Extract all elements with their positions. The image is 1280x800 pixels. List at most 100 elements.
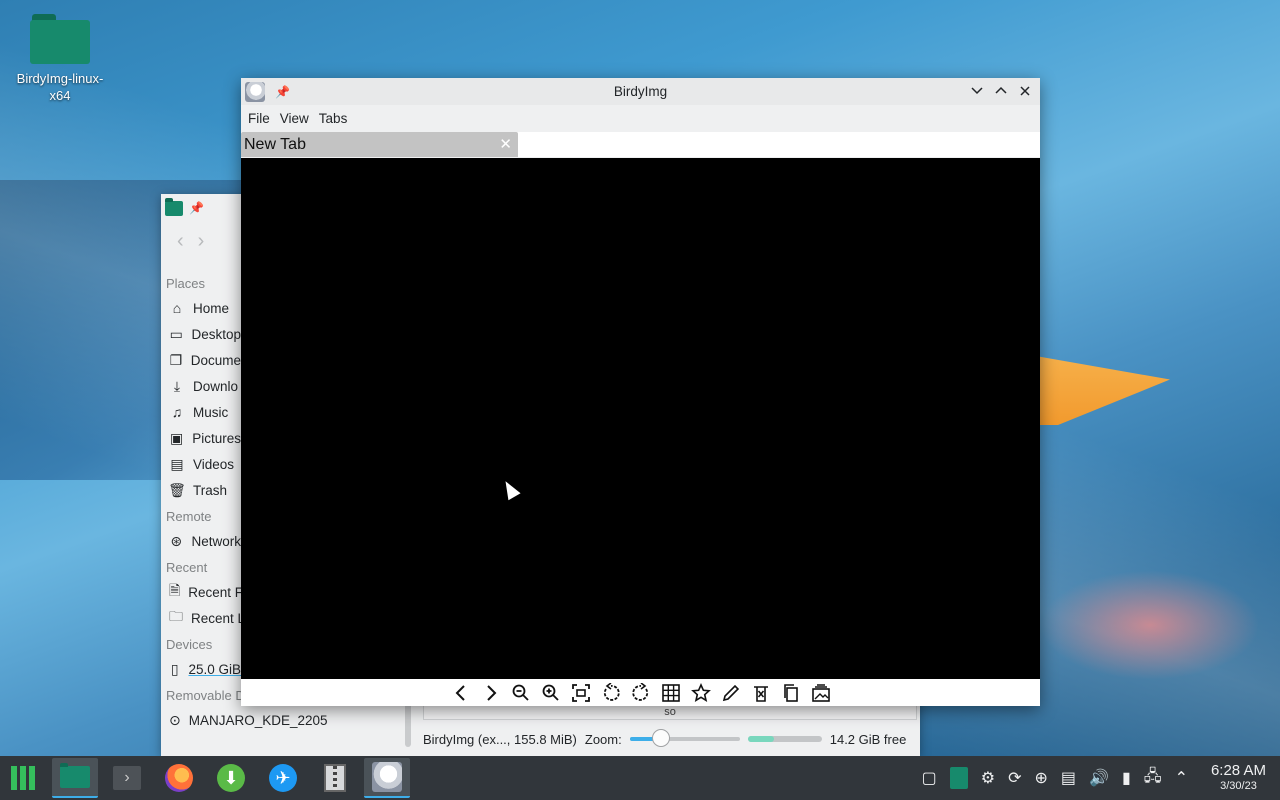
pin-icon[interactable]: 📌 [189,201,204,215]
star-icon[interactable] [688,681,714,705]
sidebar-item-pictures[interactable]: ▣ Pictures [161,425,241,451]
next-icon[interactable] [478,681,504,705]
app-icon[interactable] [245,81,265,102]
image-viewer-canvas[interactable] [241,158,1040,679]
folder-icon [165,197,183,216]
removable-device-icon[interactable]: ▮ [1122,768,1131,788]
previous-icon[interactable] [448,681,474,705]
documents-icon: ❐ [169,351,183,368]
firefox-icon [165,764,193,792]
archive-icon [324,764,346,792]
zoom-slider[interactable] [629,729,740,747]
section-places: Places [166,276,206,291]
desktop-folder-birdyimg[interactable]: BirdyImg-linux-x64 [8,8,112,104]
zoom-slider-handle[interactable] [651,729,670,747]
sidebar-item-music[interactable]: ♫ Music [161,399,241,425]
application-launcher[interactable] [0,758,46,798]
sidebar-item-usb[interactable]: ⊙ MANJARO_KDE_2205 [161,707,328,733]
network-status-icon[interactable]: 🖧 [1144,765,1162,792]
recent-files-icon: 🗎 [169,582,181,598]
window-title: BirdyImg [613,84,668,99]
minimize-button[interactable] [968,81,986,101]
sidebar-item-videos[interactable]: ▤ Videos [161,451,241,477]
selection-info: BirdyImg (ex..., 155.8 MiB) [423,731,577,747]
sidebar-item-downloads[interactable]: ⤓ Downlo [161,373,241,399]
system-tray: ▢ ⚙ ⟳ ⊕ ▤ 🔊 ▮ 🖧 ⌃ [922,756,1188,800]
clock-date: 3/30/23 [1220,780,1257,792]
show-desktop-icon[interactable]: ▢ [922,768,937,788]
places-panel: Places ⌂ Home ▭ Desktop ❐ Docume ⤓ Downlo ♫ M… [161,270,328,733]
sidebar-item-drive[interactable]: ▯ 25.0 GiB [161,656,241,682]
menu-file[interactable]: File [243,111,275,126]
grid-icon[interactable] [658,681,684,705]
birdyimg-titlebar[interactable]: 📌 BirdyImg [241,78,1040,105]
trash-icon: 🗑 [168,481,186,498]
birdyimg-window[interactable]: 📌 BirdyImg File View Tabs New Tab ✕ [241,78,1040,706]
forward-icon[interactable]: › [198,230,205,253]
sidebar-item-desktop[interactable]: ▭ Desktop [161,321,241,347]
rotate-left-icon[interactable] [598,681,624,705]
edit-icon[interactable] [718,681,744,705]
update-icon[interactable]: ⟳ [1008,768,1021,788]
kde-connect-icon[interactable]: ⚙ [981,768,995,788]
copy-icon[interactable] [778,681,804,705]
sidebar-item-home[interactable]: ⌂ Home [161,295,241,321]
taskbar-discover[interactable]: ✈ [260,758,306,798]
section-removable: Removable Devices [166,688,282,703]
upload-icon[interactable]: ⊕ [1034,768,1047,788]
rotate-right-icon[interactable] [628,681,654,705]
taskbar-archiver[interactable] [312,758,358,798]
music-icon: ♫ [171,404,183,420]
tray-expand-icon[interactable]: ⌃ [1175,768,1188,788]
home-icon: ⌂ [172,300,182,316]
viewer-toolbar [241,679,1040,706]
section-recent: Recent [166,560,208,575]
taskbar-firefox[interactable] [156,758,202,798]
zoom-out-icon[interactable] [508,681,534,705]
clock[interactable]: 6:28 AM 3/30/23 [1211,762,1266,792]
videos-icon: ▤ [170,455,184,472]
section-devices: Devices [166,637,213,652]
taskbar-downloader[interactable]: ⬇ [208,758,254,798]
menu-view[interactable]: View [275,111,314,126]
taskbar-file-manager[interactable] [52,758,98,798]
network-icon: ⊛ [170,532,183,549]
recent-locations-icon: 🗀 [169,608,183,624]
sidebar-item-trash[interactable]: 🗑 Trash [161,477,241,503]
gallery-icon[interactable] [808,681,834,705]
sidebar-item-recent-locations[interactable]: 🗀 Recent L [161,605,241,631]
chevron-up-icon [995,86,1007,94]
clock-time: 6:28 AM [1210,762,1266,779]
folder-icon [30,12,90,64]
sidebar-item-recent-files[interactable]: 🗎 Recent F [161,579,241,605]
clipboard-icon[interactable]: ▤ [1061,768,1076,788]
volume-icon[interactable]: 🔊 [1089,768,1109,788]
close-button[interactable] [1016,81,1034,101]
zoom-label: Zoom: [584,731,622,747]
manjaro-logo-icon [11,766,35,790]
fit-screen-icon[interactable] [568,681,594,705]
clipboard-folder-icon[interactable] [949,767,968,789]
desktop-icon: ▭ [169,325,183,342]
menu-tabs[interactable]: Tabs [314,111,353,126]
sidebar-item-documents[interactable]: ❐ Docume [161,347,241,373]
maximize-button[interactable] [992,81,1010,101]
downloads-icon: ⤓ [173,377,181,394]
sidebar-item-network[interactable]: ⊛ Network [161,528,241,554]
download-icon: ⬇ [217,764,245,792]
taskbar-terminal[interactable]: › [104,758,150,798]
back-icon[interactable]: ‹ [177,230,184,253]
pictures-icon: ▣ [169,429,184,446]
tab-new[interactable]: New Tab ✕ [241,132,518,157]
horizontal-scrollbar[interactable]: so [423,704,917,720]
drive-icon: ▯ [170,660,179,677]
delete-icon[interactable] [748,681,774,705]
close-icon[interactable]: ✕ [499,135,512,153]
taskbar-birdyimg[interactable] [364,758,410,798]
desktop-folder-label: BirdyImg-linux-x64 [16,71,104,103]
close-icon [1020,86,1030,96]
pin-icon[interactable]: 📌 [275,85,290,99]
zoom-in-icon[interactable] [538,681,564,705]
tab-label: New Tab [244,135,306,153]
status-bar: BirdyImg (ex..., 155.8 MiB) Zoom: 14.2 G… [405,724,920,754]
